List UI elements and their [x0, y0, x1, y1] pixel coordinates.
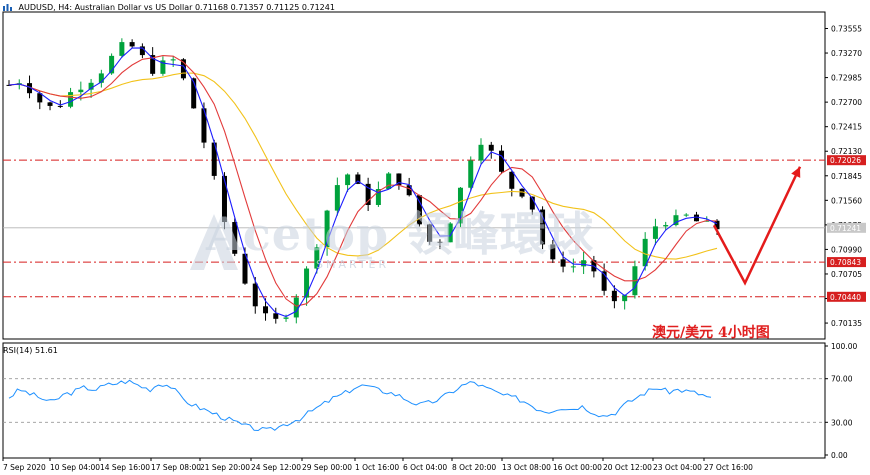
candle-body [652, 226, 658, 239]
watermark-tagline: SMARTER [316, 258, 390, 271]
rsi-tick-label: 0.00 [831, 451, 848, 460]
price-tick-label: 0.71845 [831, 172, 862, 181]
price-tick-label: 0.72985 [831, 74, 862, 83]
time-tick-label: 8 Oct 20:00 [452, 463, 496, 472]
price-tick-label: 0.73270 [831, 49, 862, 58]
price-tick-label: 0.72700 [831, 98, 862, 107]
rsi-indicator-title: RSI(14) 51.61 [3, 346, 58, 355]
candle-body [570, 266, 576, 268]
time-tick-label: 16 Oct 00:00 [553, 463, 602, 472]
level-price-label: 0.70440 [830, 293, 861, 302]
candle-body [119, 42, 125, 56]
candle-body [345, 174, 351, 186]
chart-annotation-label: 澳元/美元 4小时图 [652, 325, 770, 341]
level-price-label: 0.70843 [830, 258, 861, 267]
candle-body [273, 313, 279, 319]
chart-header: AUDUSD, H4: Australian Dollar vs US Doll… [3, 3, 335, 12]
rsi-tick-label: 100.00 [831, 342, 857, 351]
level-price-label: 0.72026 [830, 156, 861, 165]
time-tick-label: 14 Sep 16:00 [100, 463, 150, 472]
time-tick-label: 10 Sep 04:00 [50, 463, 100, 472]
price-tick-label: 0.72130 [831, 147, 862, 156]
rsi-tick-label: 30.00 [831, 418, 853, 427]
candle-body [683, 214, 689, 216]
candle-body [509, 171, 515, 189]
time-tick-label: 20 Oct 12:00 [603, 463, 652, 472]
symbol-timeframe: AUDUSD, H4: [18, 3, 73, 12]
candle-body [611, 290, 617, 302]
price-tick-label: 0.70990 [831, 245, 862, 254]
chart-bars-icon [3, 4, 12, 11]
candle-body [129, 42, 135, 47]
time-tick-label: 24 Sep 12:00 [251, 463, 301, 472]
price-tick-label: 0.72415 [831, 123, 862, 132]
candle-body [68, 92, 74, 107]
symbol-description: Australian Dollar vs US Dollar [74, 3, 193, 12]
time-tick-label: 21 Sep 20:00 [200, 463, 250, 472]
watermark-brand: Acetop 領峰環球 [206, 207, 595, 261]
ohlc-values: 0.71168 0.71357 0.71125 0.71241 [194, 3, 335, 12]
candle-body [263, 306, 269, 314]
time-tick-label: 7 Sep 2020 [3, 463, 46, 472]
price-tick-label: 0.70135 [831, 319, 862, 328]
candle-body [283, 317, 289, 319]
price-tick-label: 0.73555 [831, 24, 862, 33]
candle-body [252, 283, 258, 307]
time-tick-label: 1 Oct 16:00 [355, 463, 399, 472]
time-tick-label: 27 Oct 16:00 [704, 463, 753, 472]
candle-body [170, 59, 176, 61]
candle-body [478, 144, 484, 161]
time-tick-label: 17 Sep 08:00 [151, 463, 201, 472]
candle-body [663, 225, 669, 227]
price-tick-label: 0.71560 [831, 196, 862, 205]
time-tick-label: 29 Sep 00:00 [302, 463, 352, 472]
candle-body [499, 150, 505, 172]
candle-body [693, 214, 699, 222]
candle-body [47, 102, 53, 106]
candle-body [57, 105, 63, 107]
candle-body [488, 144, 494, 151]
time-tick-label: 6 Oct 04:00 [403, 463, 447, 472]
current-price-label: 0.71241 [830, 224, 861, 233]
time-tick-label: 23 Oct 04:00 [653, 463, 702, 472]
candle-body [468, 160, 474, 188]
price-tick-label: 0.70705 [831, 270, 862, 279]
rsi-tick-label: 70.00 [831, 375, 853, 384]
candle-body [78, 89, 84, 93]
time-tick-label: 13 Oct 08:00 [502, 463, 551, 472]
